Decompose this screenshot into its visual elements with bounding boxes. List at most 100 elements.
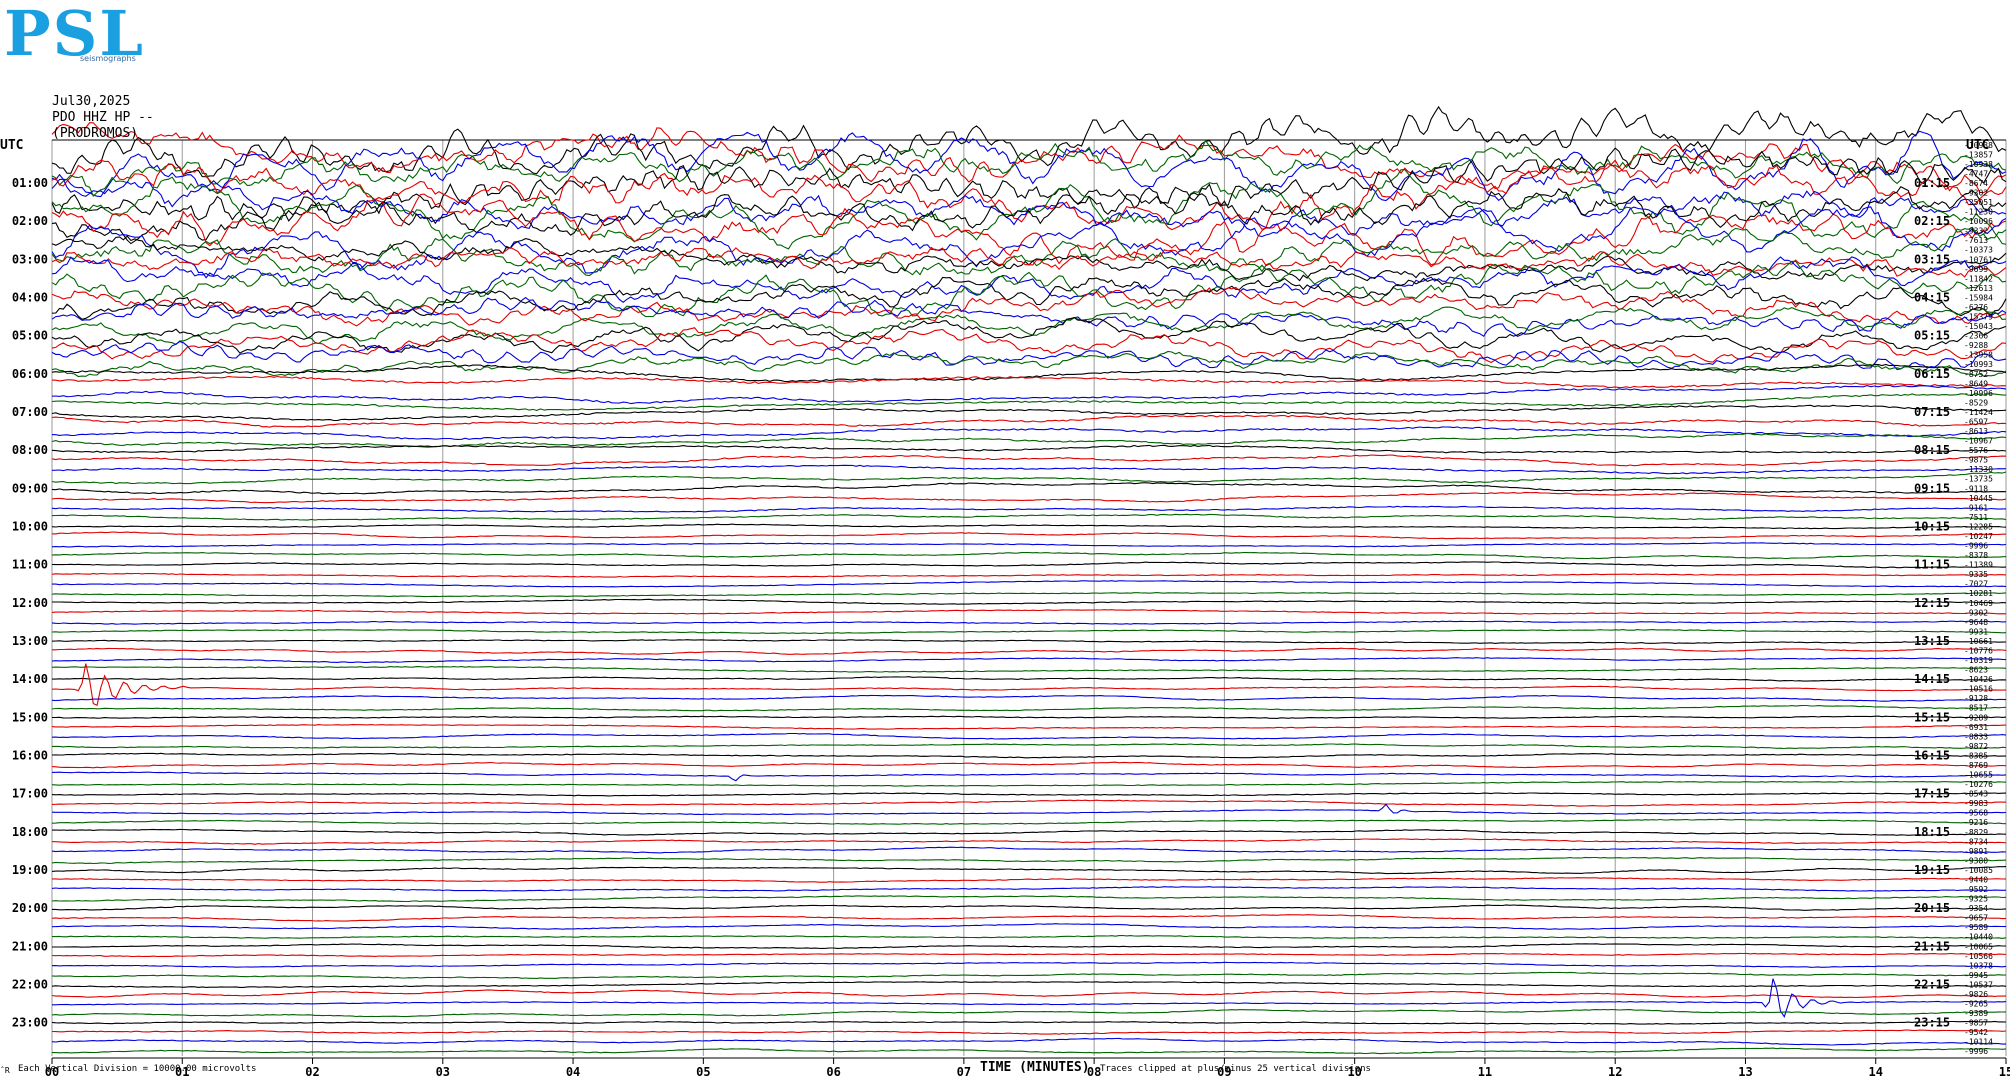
offset-label: -9568	[1964, 809, 1988, 818]
trace-row	[51, 971, 2007, 979]
offset-label: -10319	[1964, 656, 1993, 665]
hour-label-left: 12:00	[12, 596, 48, 610]
hour-label-right: 03:15	[1914, 252, 1950, 266]
offset-label: -10085	[1964, 866, 1993, 875]
trace-row	[51, 952, 2007, 958]
hour-label-left: 04:00	[12, 290, 48, 304]
trace-row	[51, 306, 2007, 346]
offset-label: -6931	[1964, 723, 1988, 732]
offset-label: -7511	[1964, 513, 1988, 522]
offset-label: -9128	[1964, 694, 1988, 703]
trace-row	[51, 531, 2006, 540]
trace-row	[52, 598, 2007, 605]
trace-row	[52, 934, 2007, 939]
hour-label-left: 17:00	[12, 787, 48, 801]
hour-label-left: 06:00	[12, 367, 48, 381]
offset-label: -9216	[1964, 818, 1988, 827]
offset-label: -8623	[1964, 666, 1988, 675]
psl-logo: PSL seismographs	[0, 0, 205, 70]
offset-label: -9592	[1964, 885, 1988, 894]
x-tick-label: 15	[1999, 1065, 2010, 1079]
trace-row	[51, 694, 2007, 702]
trace-row	[52, 978, 2007, 1018]
offset-label: -9826	[1964, 990, 1988, 999]
offset-label: -9875	[1964, 456, 1988, 465]
trace-row	[51, 989, 2006, 999]
hour-label-right: 04:15	[1914, 290, 1950, 304]
offset-label: -13735	[1964, 475, 1993, 484]
trace-row	[51, 513, 2007, 521]
hour-label-right: 21:15	[1914, 939, 1950, 953]
trace-row	[52, 715, 2007, 719]
clip-note: Traces clipped at plus/minus 25 vertical…	[1100, 1064, 1371, 1074]
trace-row	[52, 676, 2007, 682]
recording-date: Jul30,2025	[52, 94, 131, 109]
offset-label: -11230	[1964, 208, 1993, 217]
offset-label: -7613	[1964, 236, 1988, 245]
hour-label-right: 17:15	[1914, 787, 1950, 801]
trace-row	[51, 657, 2007, 663]
trace-row	[51, 639, 2007, 644]
offset-label: -9542	[1964, 1028, 1988, 1037]
offset-label: -10065	[1964, 942, 1993, 951]
trace-row	[51, 444, 2007, 454]
trace-row	[51, 620, 2007, 625]
trace-row	[51, 866, 2007, 875]
offset-label: -10996	[1964, 389, 1993, 398]
hour-label-left: 05:00	[12, 329, 48, 343]
trace-row	[51, 286, 2007, 327]
offset-label: -12285	[1964, 522, 1993, 531]
trace-row	[51, 923, 2007, 930]
trace-row	[51, 1029, 2007, 1035]
x-tick-label: 03	[436, 1065, 450, 1079]
x-tick-label: 13	[1738, 1065, 1752, 1079]
offset-label: -8752	[1964, 370, 1988, 379]
trace-row	[51, 609, 2007, 615]
hour-label-left: 01:00	[12, 176, 48, 190]
trace-row	[51, 724, 2007, 730]
trace-row	[51, 771, 2007, 782]
hour-label-right: 12:15	[1914, 596, 1950, 610]
station-name: (PRODROMOS)	[52, 126, 139, 141]
scale-note: Each Vertical Division = 10000.00 microv…	[18, 1064, 257, 1074]
offset-label: -9389	[1964, 1009, 1988, 1018]
x-tick-label: 12	[1608, 1065, 1622, 1079]
hour-label-left: 11:00	[12, 558, 48, 572]
offset-label: -9332	[1964, 227, 1988, 236]
offset-label: -10096	[1964, 217, 1993, 226]
offset-label: -8517	[1964, 704, 1988, 713]
offset-label: -10938	[1964, 160, 1993, 169]
offset-label: -9335	[1964, 570, 1988, 579]
offset-label: -4747	[1964, 169, 1988, 178]
trace-row	[51, 561, 2007, 569]
hour-label-left: 10:00	[12, 519, 48, 533]
trace-row	[51, 761, 2007, 769]
x-axis-title: TIME (MINUTES)	[980, 1060, 1090, 1075]
offset-label: -9380	[1964, 856, 1988, 865]
x-tick-label: 11	[1478, 1065, 1492, 1079]
offset-label: -5576	[1964, 446, 1988, 455]
offset-label: -8833	[1964, 732, 1988, 741]
offset-label: -9288	[1964, 341, 1988, 350]
trace-row	[51, 426, 2007, 440]
trace-row	[51, 551, 2007, 560]
trace-row	[51, 256, 2007, 303]
trace-row	[51, 454, 2007, 467]
hour-label-right: 19:15	[1914, 863, 1950, 877]
offset-label: -10516	[1964, 685, 1993, 694]
helicorder-plot: 00 01 02 03 04 05 06 07 08 09 10 11 12 13 14 15 01:0002…	[12, 105, 2010, 1079]
utc-right-label: UTC	[1966, 138, 1990, 153]
trace-row	[51, 542, 2007, 548]
trace-row	[52, 838, 2007, 845]
trace-row	[51, 327, 2007, 364]
logo-subtext: seismographs	[80, 54, 136, 63]
offset-label: -12613	[1964, 284, 1993, 293]
offset-label: -10566	[1964, 952, 1993, 961]
offset-label: -9931	[1964, 627, 1988, 636]
offset-label: -9648	[1964, 618, 1988, 627]
offset-label: -9440	[1964, 875, 1988, 884]
hour-label-left: 19:00	[12, 863, 48, 877]
offset-label: -25051	[1964, 198, 1993, 207]
offset-label: -9872	[1964, 742, 1988, 751]
offset-label: -10445	[1964, 494, 1993, 503]
